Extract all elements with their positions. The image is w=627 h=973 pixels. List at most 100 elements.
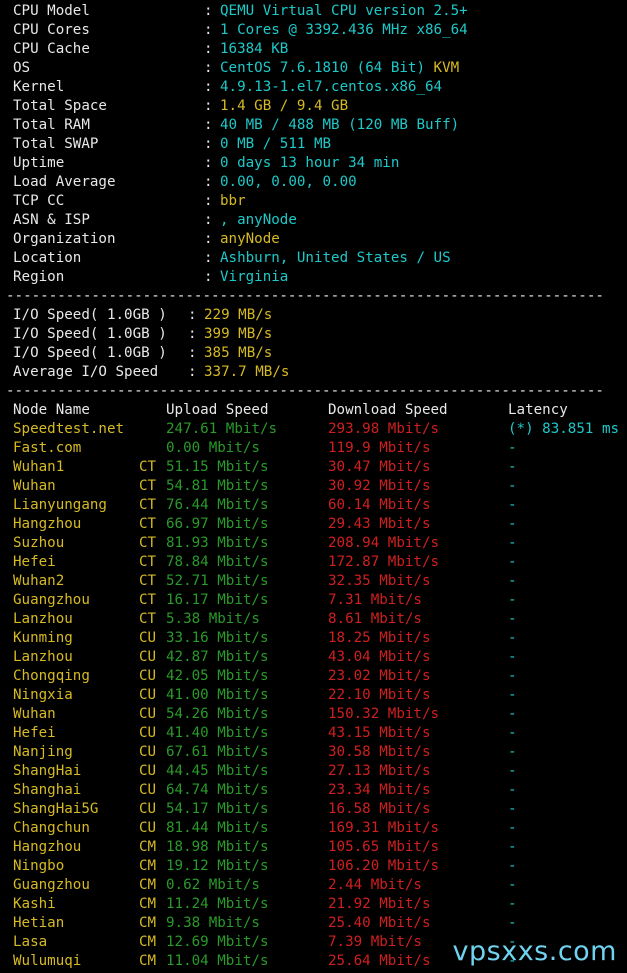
info-label: TCP CC xyxy=(13,193,65,209)
speed-row: Guangzhou CM 0.62 Mbit/s 2.44 Mbit/s - xyxy=(0,876,627,895)
upload-speed: 18.98 Mbit/s xyxy=(166,839,269,855)
download-speed: 119.9 Mbit/s xyxy=(328,440,431,456)
speed-row: Wuhan1 CT 51.15 Mbit/s 30.47 Mbit/s - xyxy=(0,458,627,477)
speed-row: Wuhan2 CT 52.71 Mbit/s 32.35 Mbit/s - xyxy=(0,572,627,591)
speed-row: Lanzhou CT 5.38 Mbit/s 8.61 Mbit/s - xyxy=(0,610,627,629)
node-name: Suzhou xyxy=(13,535,65,551)
io-label: I/O Speed( 1.0GB ) xyxy=(13,326,167,342)
io-colon: : xyxy=(188,326,197,342)
speed-row: Hangzhou CT 66.97 Mbit/s 29.43 Mbit/s - xyxy=(0,515,627,534)
download-speed: 22.10 Mbit/s xyxy=(328,687,431,703)
io-row: I/O Speed( 1.0GB ):229 MB/s xyxy=(0,306,627,325)
info-value-text: 0 days 13 hour 34 min xyxy=(220,155,400,171)
node-name: Hetian xyxy=(13,915,65,931)
io-value: 399 MB/s xyxy=(204,326,273,342)
upload-speed: 78.84 Mbit/s xyxy=(166,554,269,570)
info-label: Uptime xyxy=(13,155,65,171)
isp-code: CM xyxy=(139,896,157,912)
isp-code: CM xyxy=(139,858,157,874)
upload-speed: 19.12 Mbit/s xyxy=(166,858,269,874)
io-value: 385 MB/s xyxy=(204,345,273,361)
separator-dashes: ----------------------------------------… xyxy=(6,288,604,304)
isp-code: CU xyxy=(139,668,157,684)
info-label: CPU Cores xyxy=(13,22,90,38)
latency-value: - xyxy=(508,877,517,893)
info-row: Region: Virginia xyxy=(0,268,627,287)
download-speed: 43.15 Mbit/s xyxy=(328,725,431,741)
node-name: Shanghai xyxy=(13,782,82,798)
latency-value: - xyxy=(508,896,517,912)
info-label: Location xyxy=(13,250,82,266)
isp-code: CU xyxy=(139,706,157,722)
node-name: Nanjing xyxy=(13,744,73,760)
info-value-text: 1 Cores @ 3392.436 MHz x86_64 xyxy=(220,22,468,38)
info-value-text: Virginia xyxy=(220,269,289,285)
info-row: Total RAM:40 MB / 488 MB (120 MB Buff) xyxy=(0,116,627,135)
terminal-window: CPU Model: QEMU Virtual CPU version 2.5+ C… xyxy=(0,0,627,973)
info-value: 0.00, 0.00, 0.00 xyxy=(220,173,357,192)
download-speed: 60.14 Mbit/s xyxy=(328,497,431,513)
latency-value: - xyxy=(508,801,517,817)
info-value: anyNode xyxy=(220,230,280,249)
upload-speed: 247.61 Mbit/s xyxy=(166,421,278,437)
latency-value: - xyxy=(508,573,517,589)
isp-code: CT xyxy=(139,478,157,494)
latency-value: - xyxy=(508,858,517,874)
upload-speed: 67.61 Mbit/s xyxy=(166,744,269,760)
info-value: 40 MB / 488 MB (120 MB Buff) xyxy=(220,116,459,135)
node-name: Hangzhou xyxy=(13,839,82,855)
upload-speed: 42.05 Mbit/s xyxy=(166,668,269,684)
info-value-text: 4.9.13-1.el7.centos.x86_64 xyxy=(220,79,443,95)
speed-row: Hetian CM 9.38 Mbit/s 25.40 Mbit/s - xyxy=(0,914,627,933)
node-name: Speedtest.net xyxy=(13,421,125,437)
speed-row: Lanzhou CU 42.87 Mbit/s 43.04 Mbit/s - xyxy=(0,648,627,667)
header-node: Node Name xyxy=(13,402,90,418)
io-row: Average I/O Speed:337.7 MB/s xyxy=(0,363,627,382)
latency-value: - xyxy=(508,497,517,513)
speed-row: Wuhan CT 54.81 Mbit/s 30.92 Mbit/s - xyxy=(0,477,627,496)
latency-value: - xyxy=(508,668,517,684)
io-colon: : xyxy=(188,345,197,361)
speed-row: ShangHai CU 44.45 Mbit/s 27.13 Mbit/s - xyxy=(0,762,627,781)
latency-value: - xyxy=(508,649,517,665)
info-value: Ashburn, United States / US xyxy=(220,249,451,268)
download-speed: 21.92 Mbit/s xyxy=(328,896,431,912)
info-colon: : xyxy=(204,174,213,190)
node-name: Hefei xyxy=(13,725,56,741)
isp-code: CU xyxy=(139,725,157,741)
upload-speed: 11.04 Mbit/s xyxy=(166,953,269,969)
io-colon: : xyxy=(188,307,197,323)
header-download: Download Speed xyxy=(328,402,448,418)
speed-row: Suzhou CT 81.93 Mbit/s 208.94 Mbit/s - xyxy=(0,534,627,553)
latency-value: - xyxy=(508,763,517,779)
isp-code: CT xyxy=(139,459,157,475)
info-value: 1.4 GB / 9.4 GB xyxy=(220,97,348,116)
separator-dashes: ----------------------------------------… xyxy=(6,383,604,399)
download-speed: 30.47 Mbit/s xyxy=(328,459,431,475)
info-colon: : xyxy=(204,136,213,152)
node-name: Lasa xyxy=(13,934,48,950)
download-speed: 208.94 Mbit/s xyxy=(328,535,440,551)
info-value: 1 Cores @ 3392.436 MHz x86_64 xyxy=(220,21,468,40)
download-speed: 2.44 Mbit/s xyxy=(328,877,422,893)
info-value-text: CentOS 7.6.1810 (64 Bit) xyxy=(220,60,425,76)
speed-row: Hangzhou CM 18.98 Mbit/s 105.65 Mbit/s - xyxy=(0,838,627,857)
info-label: ASN & ISP xyxy=(13,212,90,228)
info-row: ASN & ISP: , anyNode xyxy=(0,211,627,230)
latency-value: - xyxy=(508,459,517,475)
info-row: Uptime:0 days 13 hour 34 min xyxy=(0,154,627,173)
upload-speed: 66.97 Mbit/s xyxy=(166,516,269,532)
download-speed: 150.32 Mbit/s xyxy=(328,706,440,722)
isp-code: CU xyxy=(139,782,157,798)
isp-code: CU xyxy=(139,649,157,665)
separator-line: ----------------------------------------… xyxy=(0,382,627,401)
latency-value: - xyxy=(508,782,517,798)
info-value-text: Ashburn, United States / US xyxy=(220,250,451,266)
download-speed: 105.65 Mbit/s xyxy=(328,839,440,855)
header-upload: Upload Speed xyxy=(166,402,269,418)
info-row: TCP CC: bbr xyxy=(0,192,627,211)
latency-value: - xyxy=(508,535,517,551)
info-value: 0 days 13 hour 34 min xyxy=(220,154,399,173)
info-label: Total Space xyxy=(13,98,107,114)
latency-value: - xyxy=(508,687,517,703)
